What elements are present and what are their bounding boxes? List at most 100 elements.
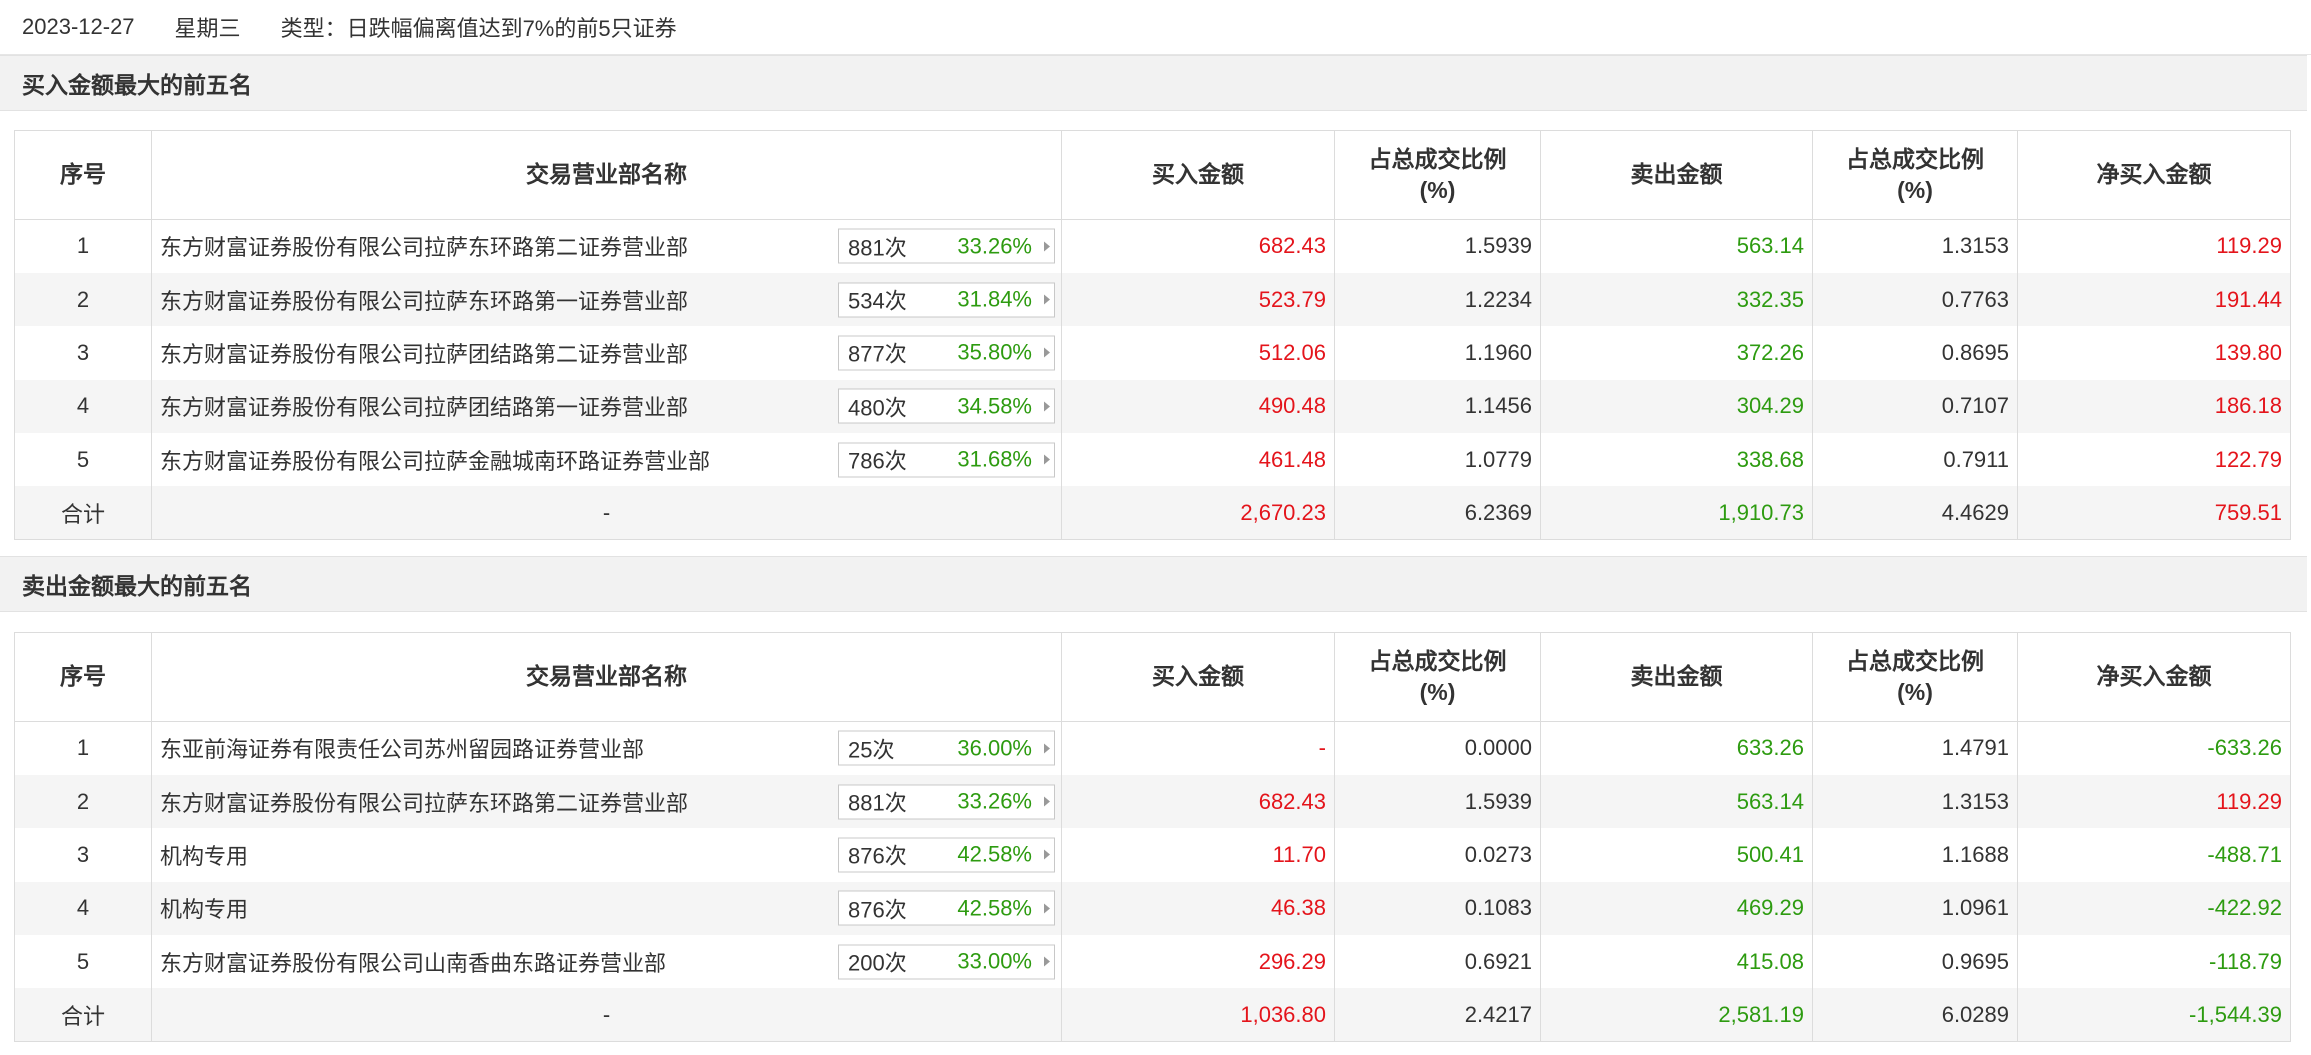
branch-name-link[interactable]: 东方财富证券股份有限公司拉萨团结路第二证券营业部	[160, 342, 688, 367]
total-branch: -	[151, 988, 1062, 1043]
total-buy-ratio: 6.2369	[1334, 486, 1541, 541]
branch-name-link[interactable]: 东方财富证券股份有限公司拉萨东环路第一证券营业部	[160, 289, 688, 314]
buy-amount: 512.06	[1061, 326, 1335, 380]
row-index: 1	[14, 720, 152, 775]
onlist-count: 534次	[848, 288, 907, 314]
sell-amount: 563.14	[1540, 218, 1813, 273]
list-type: 类型：日跌幅偏离值达到7%的前5只证券	[280, 16, 677, 41]
buy-ratio: 1.1456	[1334, 379, 1541, 434]
branch-name-link[interactable]: 东方财富证券股份有限公司拉萨东环路第二证券营业部	[160, 791, 688, 816]
branch-cell: 东方财富证券股份有限公司拉萨团结路第二证券营业部 877次 35.80%	[151, 326, 1062, 380]
row-index: 2	[14, 774, 152, 829]
sell-ratio: 0.8695	[1812, 326, 2018, 380]
sell-amount: 304.29	[1540, 379, 1813, 434]
buy-ratio: 0.6921	[1334, 935, 1541, 989]
branch-stats-toggle[interactable]: 480次 34.58%	[838, 388, 1055, 424]
buy-top5-table: 序号 交易营业部名称 买入金额 占总成交比例 (%) 卖出金额 占总成交比例 (%)…	[14, 130, 2291, 541]
buy-amount: 461.48	[1061, 433, 1335, 487]
sell-ratio: 1.4791	[1812, 720, 2018, 775]
table-row: 4 机构专用 876次 42.58% 46.38 0.1083 469.29 1.0961 -4…	[14, 881, 2291, 936]
branch-name-link[interactable]: 机构专用	[160, 897, 248, 922]
top-info-bar: 2023-12-27 星期三 类型：日跌幅偏离值达到7%的前5只证券	[0, 0, 2311, 55]
buy-amount: 296.29	[1061, 935, 1335, 989]
onlist-count: 877次	[848, 341, 907, 367]
sell-ratio: 0.7107	[1812, 379, 2018, 434]
onlist-count: 25次	[848, 737, 895, 763]
branch-stats-toggle[interactable]: 200次 33.00%	[838, 944, 1055, 980]
win-rate: 35.80%	[957, 339, 1032, 365]
sell-ratio: 1.1688	[1812, 828, 2018, 882]
total-net-buy: -1,544.39	[2017, 988, 2291, 1043]
weekday: 星期三	[174, 16, 241, 41]
col-header-buy-amount: 买入金额	[1061, 632, 1335, 722]
caret-right-icon	[1040, 945, 1054, 978]
onlist-count: 881次	[848, 790, 907, 816]
sell-ratio: 1.3153	[1812, 774, 2018, 829]
branch-name-link[interactable]: 东方财富证券股份有限公司拉萨金融城南环路证券营业部	[160, 449, 710, 474]
branch-cell: 东方财富证券股份有限公司拉萨东环路第一证券营业部 534次 31.84%	[151, 272, 1062, 327]
col-header-sell-ratio: 占总成交比例 (%)	[1812, 632, 2018, 722]
sell-ratio: 0.7911	[1812, 433, 2018, 487]
col-header-branch: 交易营业部名称	[151, 632, 1062, 722]
branch-name-link[interactable]: 机构专用	[160, 844, 248, 869]
total-buy-amount: 1,036.80	[1061, 988, 1335, 1043]
buy-amount: 523.79	[1061, 272, 1335, 327]
table-row: 1 东方财富证券股份有限公司拉萨东环路第二证券营业部 881次 33.26% 682.4…	[14, 218, 2291, 273]
buy-ratio: 1.5939	[1334, 218, 1541, 273]
total-sell-amount: 1,910.73	[1540, 486, 1813, 541]
net-buy-amount: 119.29	[2017, 774, 2291, 829]
branch-cell: 东亚前海证券有限责任公司苏州留园路证券营业部 25次 36.00%	[151, 720, 1062, 775]
caret-right-icon	[1040, 838, 1054, 871]
branch-name-link[interactable]: 东方财富证券股份有限公司拉萨团结路第一证券营业部	[160, 395, 688, 420]
col-header-index: 序号	[14, 632, 152, 722]
win-rate: 31.68%	[957, 446, 1032, 472]
net-buy-amount: -633.26	[2017, 720, 2291, 775]
branch-stats-toggle[interactable]: 534次 31.84%	[838, 282, 1055, 318]
table-row: 5 东方财富证券股份有限公司拉萨金融城南环路证券营业部 786次 31.68% 461.…	[14, 433, 2291, 487]
branch-stats-toggle[interactable]: 881次 33.26%	[838, 784, 1055, 820]
buy-ratio: 1.5939	[1334, 774, 1541, 829]
caret-right-icon	[1040, 443, 1054, 476]
caret-right-icon	[1040, 230, 1054, 263]
branch-cell: 东方财富证券股份有限公司拉萨金融城南环路证券营业部 786次 31.68%	[151, 433, 1062, 487]
buy-amount: 46.38	[1061, 881, 1335, 936]
sell-amount: 372.26	[1540, 326, 1813, 380]
branch-stats-toggle[interactable]: 876次 42.58%	[838, 837, 1055, 873]
row-index: 3	[14, 326, 152, 380]
branch-stats-toggle[interactable]: 786次 31.68%	[838, 442, 1055, 478]
branch-stats-toggle[interactable]: 881次 33.26%	[838, 228, 1055, 264]
onlist-count: 786次	[848, 448, 907, 474]
buy-ratio: 0.0000	[1334, 720, 1541, 775]
branch-name-link[interactable]: 东方财富证券股份有限公司山南香曲东路证券营业部	[160, 951, 666, 976]
caret-right-icon	[1040, 283, 1054, 316]
branch-cell: 机构专用 876次 42.58%	[151, 881, 1062, 936]
buy-amount: 682.43	[1061, 774, 1335, 829]
buy-ratio: 1.2234	[1334, 272, 1541, 327]
col-header-sell-ratio: 占总成交比例 (%)	[1812, 130, 2018, 220]
sell-amount: 563.14	[1540, 774, 1813, 829]
col-header-sell-amount: 卖出金额	[1540, 130, 1813, 220]
onlist-count: 876次	[848, 897, 907, 923]
onlist-count: 876次	[848, 843, 907, 869]
col-header-buy-ratio: 占总成交比例 (%)	[1334, 130, 1541, 220]
branch-stats-toggle[interactable]: 876次 42.58%	[838, 890, 1055, 926]
branch-name-link[interactable]: 东亚前海证券有限责任公司苏州留园路证券营业部	[160, 737, 644, 762]
col-header-net-buy: 净买入金额	[2017, 632, 2291, 722]
caret-right-icon	[1040, 892, 1054, 925]
win-rate: 42.58%	[957, 895, 1032, 921]
win-rate: 31.84%	[957, 286, 1032, 312]
sell-amount: 633.26	[1540, 720, 1813, 775]
branch-stats-toggle[interactable]: 877次 35.80%	[838, 335, 1055, 371]
col-header-index: 序号	[14, 130, 152, 220]
branch-stats-toggle[interactable]: 25次 36.00%	[838, 730, 1055, 766]
caret-right-icon	[1040, 732, 1054, 765]
col-header-branch: 交易营业部名称	[151, 130, 1062, 220]
branch-cell: 东方财富证券股份有限公司拉萨东环路第二证券营业部 881次 33.26%	[151, 774, 1062, 829]
net-buy-amount: -422.92	[2017, 881, 2291, 936]
net-buy-amount: -118.79	[2017, 935, 2291, 989]
caret-right-icon	[1040, 390, 1054, 423]
win-rate: 34.58%	[957, 393, 1032, 419]
col-header-net-buy: 净买入金额	[2017, 130, 2291, 220]
branch-name-link[interactable]: 东方财富证券股份有限公司拉萨东环路第二证券营业部	[160, 235, 688, 260]
total-row: 合计 -2,670.23 6.2369 1,910.73 4.4629 759.51	[14, 486, 2291, 541]
